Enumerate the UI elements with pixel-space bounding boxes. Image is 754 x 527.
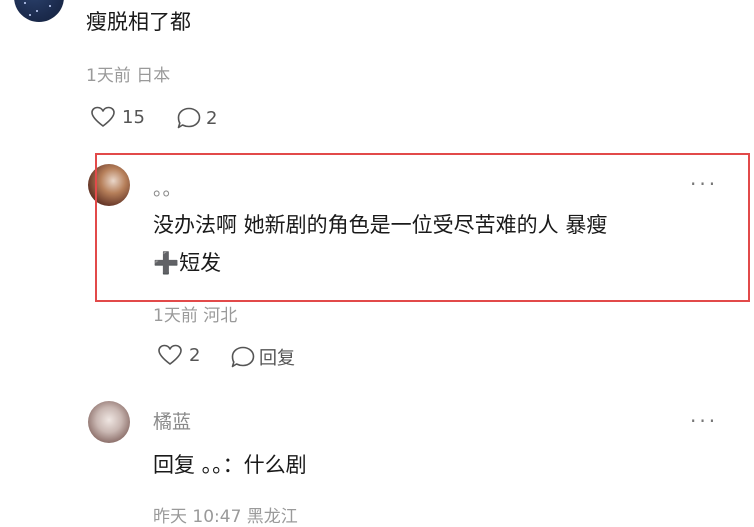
reply-meta: 1天前 河北 [153, 306, 238, 326]
reply-count: 2 [206, 107, 218, 129]
like-button[interactable]: 2 [157, 344, 200, 366]
avatar[interactable] [14, 0, 64, 22]
comment-bubble-icon [176, 106, 202, 130]
comment-text: 瘦脱相了都 [86, 10, 191, 34]
heart-icon [157, 344, 183, 366]
reply-meta: 昨天 10:47 黑龙江 [153, 507, 298, 527]
like-count: 15 [122, 106, 145, 128]
more-options-button[interactable]: ··· [690, 409, 718, 433]
reply-button[interactable]: 回复 [230, 344, 295, 370]
reply-button[interactable]: 2 [176, 106, 217, 130]
username[interactable]: 橘蓝 [153, 407, 191, 434]
comment-bubble-icon [230, 345, 256, 369]
reply-text: 回复 。。：什么剧 [153, 453, 307, 477]
reply-label: 回复 [259, 348, 295, 369]
avatar[interactable] [88, 401, 130, 443]
like-count: 2 [189, 344, 201, 366]
heart-icon [90, 106, 116, 128]
like-button[interactable]: 15 [90, 106, 145, 128]
highlight-box [95, 153, 750, 302]
comment-meta: 1天前 日本 [86, 66, 171, 86]
